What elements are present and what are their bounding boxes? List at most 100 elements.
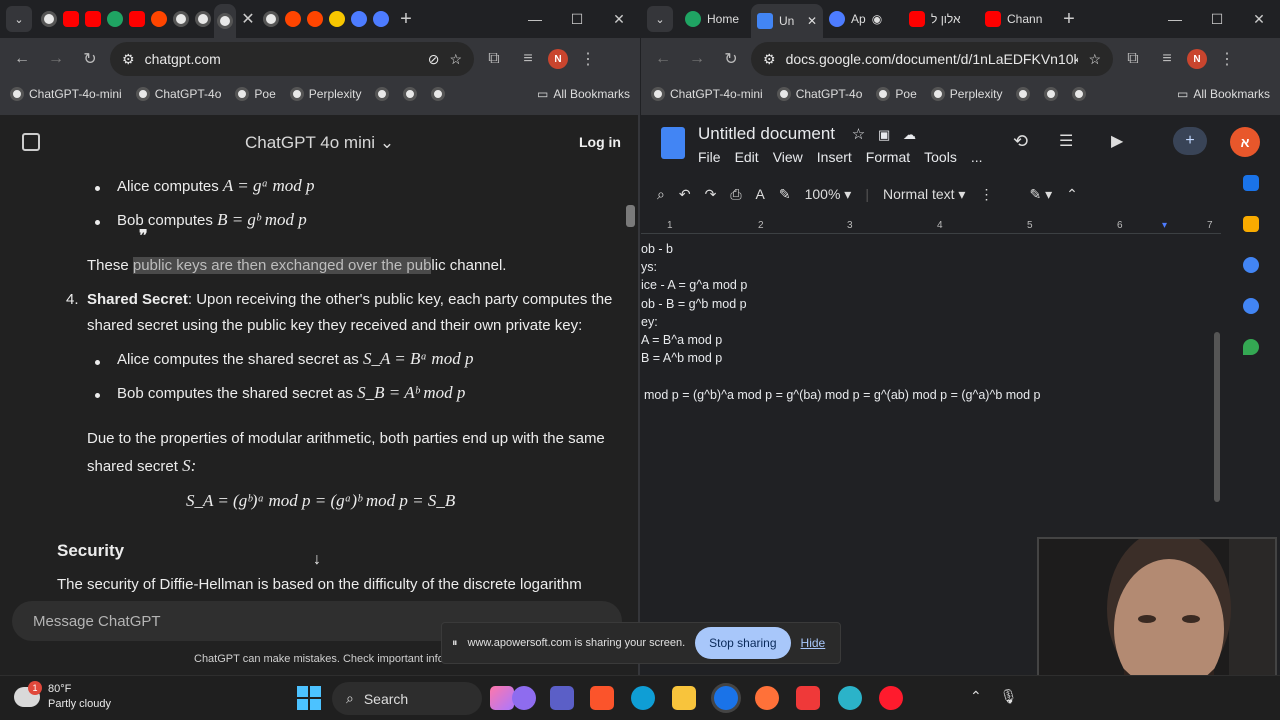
start-button[interactable] [297, 686, 321, 710]
site-info-icon[interactable]: ⚙ [763, 51, 776, 68]
forward-icon[interactable]: → [42, 45, 70, 73]
close-window-icon[interactable]: ✕ [1238, 0, 1280, 38]
bookmark-globe[interactable] [403, 87, 418, 101]
tab-reddit[interactable] [282, 4, 304, 34]
scroll-down-icon[interactable]: ↓ [313, 551, 321, 569]
menu-more[interactable]: ... [971, 149, 983, 165]
back-icon[interactable]: ← [649, 45, 677, 73]
back-icon[interactable]: ← [8, 45, 36, 73]
opera-icon[interactable] [879, 686, 903, 710]
more-options-icon[interactable]: ⋮ [979, 186, 993, 203]
bookmark-star-icon[interactable]: ☆ [1088, 51, 1101, 68]
ruler[interactable]: 1 2 3 4 5 6 7 ▾ [641, 220, 1221, 234]
profile-avatar[interactable]: N [548, 49, 568, 69]
document-title[interactable]: Untitled document ☆ ▣ ☁ [698, 124, 916, 144]
bookmark-chatgpt-4o-mini[interactable]: ChatGPT-4o-mini [651, 87, 763, 101]
tab-chatgpt[interactable] [170, 4, 192, 34]
menu-view[interactable]: View [773, 149, 803, 165]
address-bar[interactable]: ⚙ chatgpt.com ⊘ ☆ [110, 42, 474, 76]
model-selector[interactable]: ChatGPT 4o mini ⌄ [245, 133, 394, 153]
menu-file[interactable]: File [698, 149, 721, 165]
docs-logo-icon[interactable] [661, 127, 685, 159]
chevron-up-icon[interactable]: ⌃ [970, 688, 982, 705]
zoom-select[interactable]: 100% ▾ [805, 186, 852, 203]
new-chat-icon[interactable] [22, 133, 40, 151]
reload-icon[interactable]: ↻ [717, 45, 745, 73]
eye-off-icon[interactable]: ⊘ [428, 51, 440, 68]
menu-format[interactable]: Format [866, 149, 910, 165]
tab-drive[interactable] [104, 4, 126, 34]
minimize-icon[interactable]: — [1154, 0, 1196, 38]
meet-icon[interactable]: ▶ [1111, 131, 1123, 151]
paint-format-icon[interactable]: ✎ [779, 186, 791, 203]
reload-icon[interactable]: ↻ [76, 45, 104, 73]
edge-icon[interactable] [631, 686, 655, 710]
menu-insert[interactable]: Insert [817, 149, 852, 165]
maps-icon[interactable] [1243, 339, 1259, 355]
tab-chatgpt[interactable] [192, 4, 214, 34]
profile-avatar[interactable]: N [1187, 49, 1207, 69]
microphone-icon[interactable]: 🎙 [1000, 688, 1018, 705]
teams-icon[interactable] [550, 686, 574, 710]
spellcheck-icon[interactable]: A [756, 186, 765, 202]
forward-icon[interactable]: → [683, 45, 711, 73]
star-icon[interactable]: ☆ [852, 126, 865, 143]
tab-youtube-channel[interactable]: Chann [979, 4, 1055, 34]
bookmark-globe[interactable] [1072, 87, 1087, 101]
menu-tools[interactable]: Tools [924, 149, 957, 165]
maximize-icon[interactable]: ☐ [1196, 0, 1238, 38]
bookmark-perplexity[interactable]: Perplexity [289, 87, 361, 101]
bookmark-perplexity[interactable]: Perplexity [930, 87, 1002, 101]
edge-canary-icon[interactable] [838, 686, 862, 710]
collapse-menus-icon[interactable]: ⌃ [1066, 186, 1078, 203]
pause-icon[interactable]: ⏸ [452, 637, 458, 650]
tab-youtube[interactable] [82, 4, 104, 34]
tab-youtube[interactable] [60, 4, 82, 34]
weather-widget[interactable]: 1 80°F Partly cloudy [14, 681, 111, 712]
bookmark-chatgpt-4o-mini[interactable]: ChatGPT-4o-mini [10, 87, 122, 101]
tab-chatgpt[interactable] [260, 4, 282, 34]
new-tab-icon[interactable]: + [392, 8, 420, 31]
widget-icon[interactable] [512, 686, 536, 710]
close-tab-icon[interactable]: ✕ [236, 9, 260, 29]
keep-icon[interactable] [1243, 216, 1259, 232]
close-tab-icon[interactable]: ✕ [807, 14, 817, 28]
style-select[interactable]: Normal text ▾ [883, 186, 966, 203]
chrome-icon[interactable] [714, 686, 738, 710]
tab-docs-active[interactable]: Un ✕ [751, 4, 823, 38]
taskbar-search[interactable]: ⌕ Search [332, 682, 482, 715]
document-scrollbar[interactable] [1214, 332, 1220, 502]
login-button[interactable]: Log in [579, 134, 621, 150]
scrollbar-thumb[interactable] [626, 205, 635, 227]
tab-home[interactable]: Home [679, 4, 751, 34]
tab-tracker[interactable] [348, 4, 370, 34]
account-avatar[interactable]: א [1230, 127, 1260, 157]
brave-icon[interactable] [590, 686, 614, 710]
share-button[interactable]: + [1173, 127, 1207, 155]
tab-reddit[interactable] [148, 4, 170, 34]
comments-icon[interactable]: ☰ [1059, 131, 1073, 151]
all-bookmarks[interactable]: ▭ All Bookmarks [537, 87, 630, 101]
tab-emoji[interactable] [326, 4, 348, 34]
extensions-icon[interactable]: ⧉ [1119, 45, 1147, 73]
vivaldi-icon[interactable] [796, 686, 820, 710]
bookmark-globe[interactable] [375, 87, 390, 101]
editing-mode-icon[interactable]: ✎ ▾ [1029, 186, 1052, 203]
contacts-icon[interactable] [1243, 298, 1259, 314]
search-menus-icon[interactable]: ⌕ [657, 186, 665, 203]
site-info-icon[interactable]: ⚙ [122, 51, 135, 68]
history-icon[interactable]: ⟲ [1013, 131, 1028, 152]
close-window-icon[interactable]: ✕ [598, 0, 640, 38]
print-icon[interactable]: ⎙ [730, 186, 741, 203]
bookmark-chatgpt-4o[interactable]: ChatGPT-4o [776, 87, 862, 101]
tab-youtube[interactable]: אלון ל [903, 4, 979, 34]
file-explorer-icon[interactable] [672, 686, 696, 710]
all-bookmarks[interactable]: ▭ All Bookmarks [1177, 87, 1270, 101]
move-folder-icon[interactable]: ▣ [878, 127, 890, 142]
maximize-icon[interactable]: ☐ [556, 0, 598, 38]
stop-sharing-button[interactable]: Stop sharing [695, 627, 791, 659]
copilot-icon[interactable] [490, 686, 514, 710]
bookmark-poe[interactable]: Poe [876, 87, 917, 101]
tab-tracker[interactable] [370, 4, 392, 34]
firefox-icon[interactable] [755, 686, 779, 710]
